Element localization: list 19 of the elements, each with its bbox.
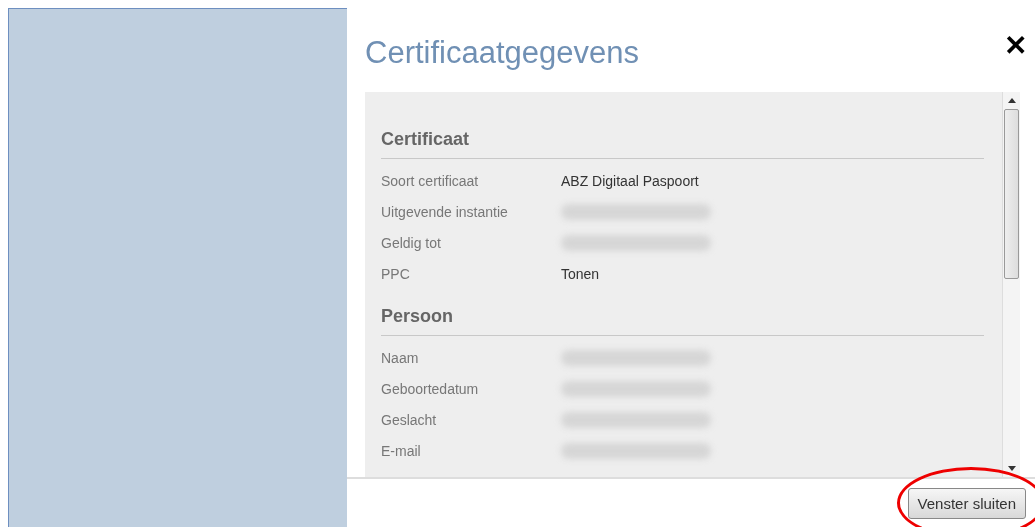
field-label: Geldig tot bbox=[381, 234, 442, 251]
close-button[interactable]: ✕ bbox=[1004, 29, 1027, 62]
scrollbar[interactable] bbox=[1002, 92, 1020, 477]
dialog-title: Certificaatgegevens bbox=[365, 35, 639, 71]
close-window-button[interactable]: Venster sluiten bbox=[907, 487, 1026, 519]
section-heading: Persoon bbox=[381, 297, 984, 336]
field-label: E-mail bbox=[381, 442, 422, 459]
scroll-down-icon[interactable] bbox=[1007, 466, 1016, 471]
scroll-thumb[interactable] bbox=[1004, 109, 1019, 279]
field-label: Geslacht bbox=[381, 411, 438, 428]
field-label: Uitgevende instantie bbox=[381, 203, 509, 220]
field-value: ABZ Digitaal Paspoort bbox=[561, 172, 699, 189]
field-label: Naam bbox=[381, 349, 420, 366]
field-value: Tonen bbox=[561, 265, 600, 282]
field-label: Geboortedatum bbox=[381, 380, 480, 397]
section-heading: Certificaat bbox=[381, 120, 984, 159]
scroll-up-icon[interactable] bbox=[1007, 98, 1016, 103]
field-label: Soort certificaat bbox=[381, 172, 480, 189]
field-label: PPC bbox=[381, 265, 411, 282]
